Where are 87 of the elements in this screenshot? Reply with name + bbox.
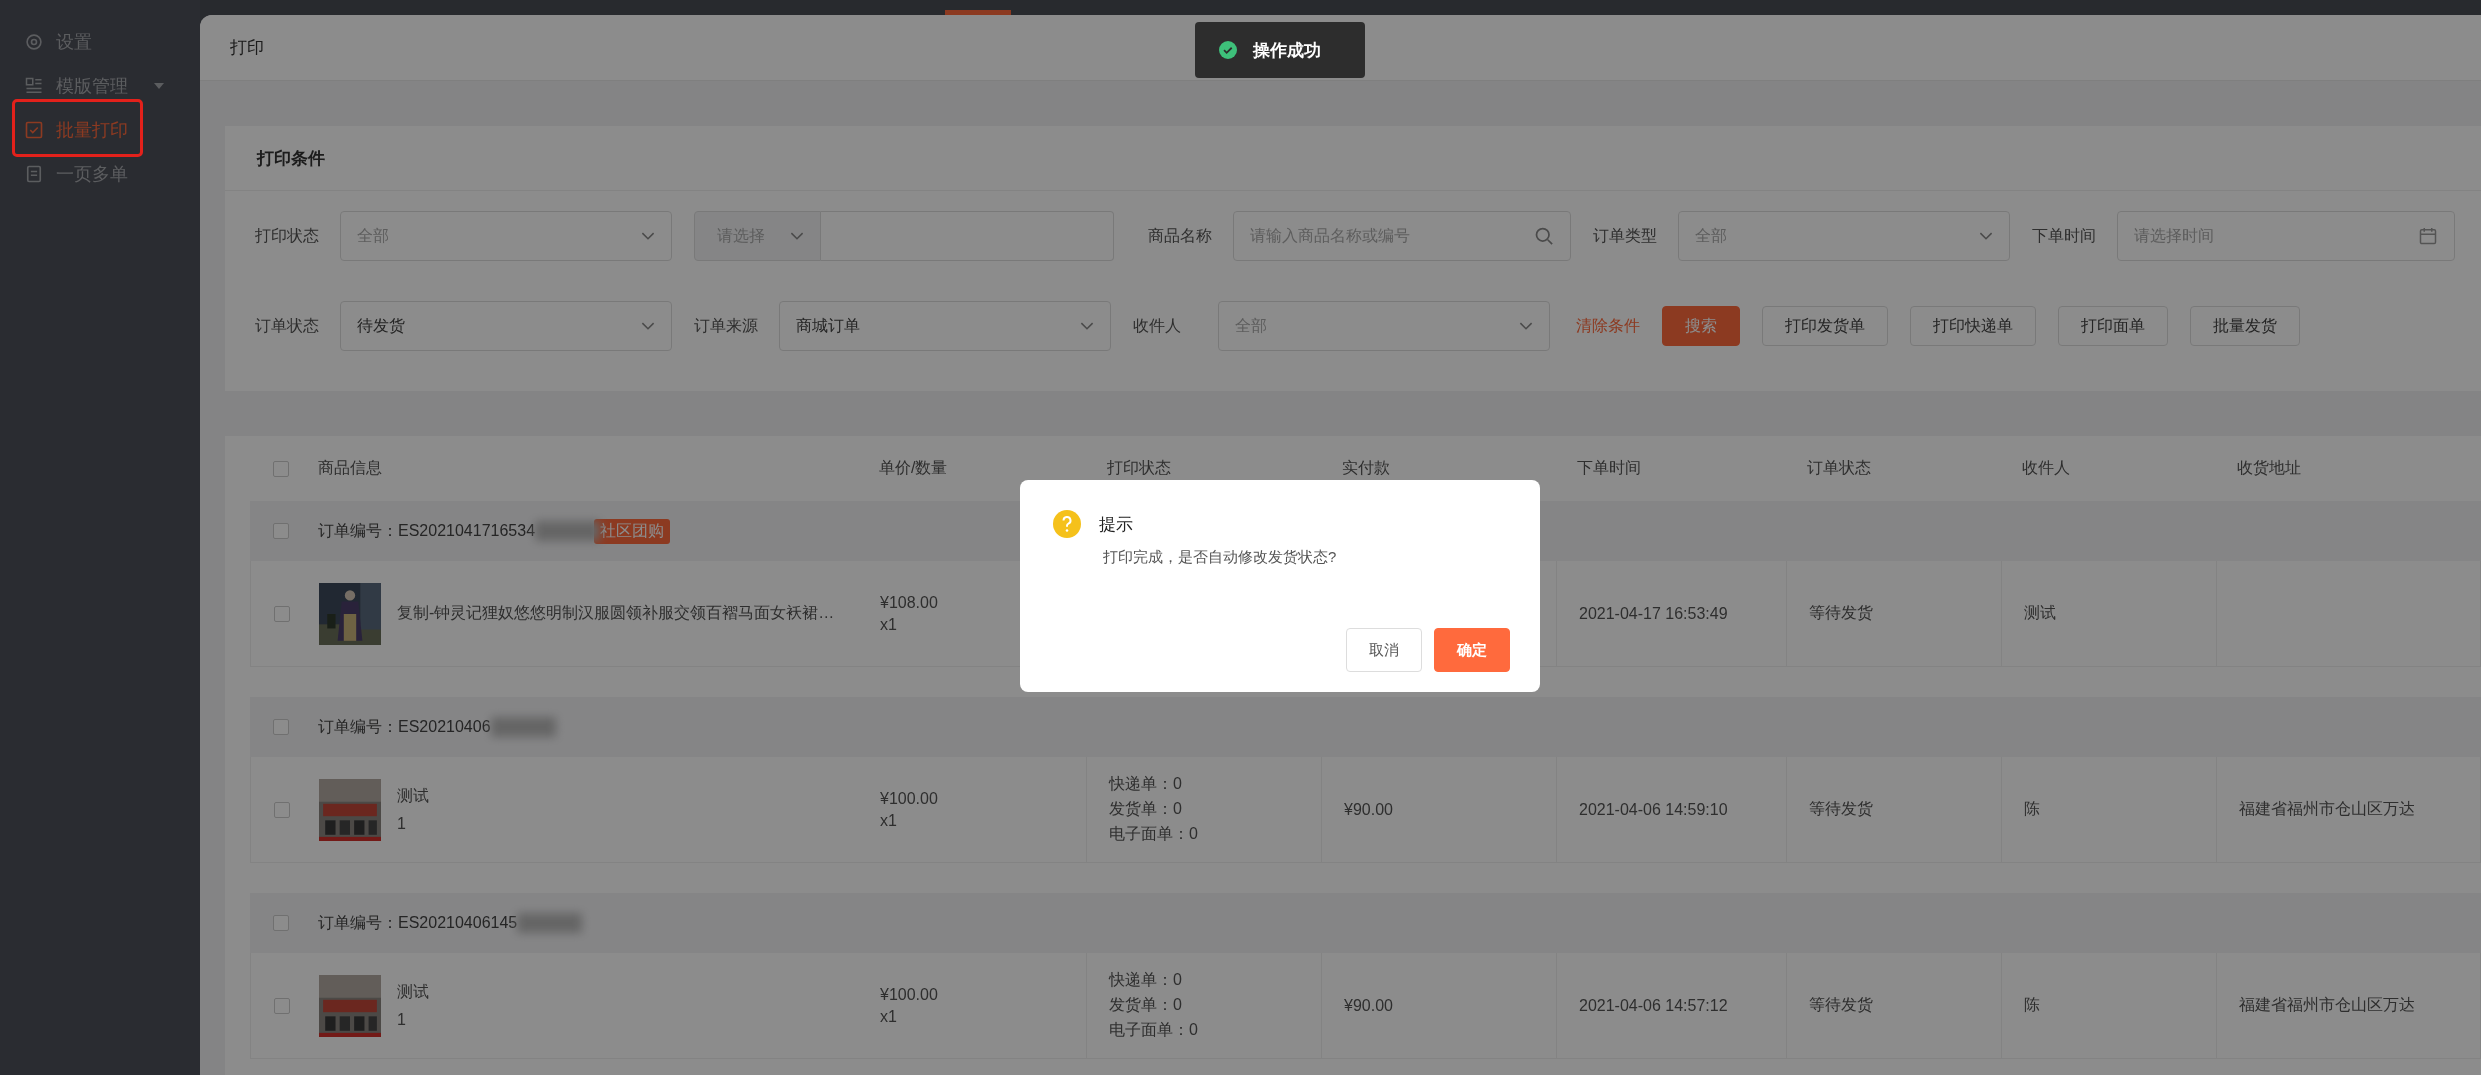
order-status: 等待发货 (1809, 603, 1873, 623)
checkbox[interactable] (273, 719, 289, 735)
search-icon (1534, 226, 1554, 246)
layout-icon (24, 76, 44, 96)
field-label: 收件人 (1133, 315, 1182, 336)
print-count: 发货单：0 (1109, 799, 1182, 819)
order-number: 订单编号：ES20210406 (318, 716, 491, 737)
shipping-address: 福建省福州市仓山区万达 (2239, 995, 2415, 1015)
field-label: 打印状态 (255, 225, 320, 246)
clear-link[interactable]: 清除条件 (1576, 306, 1640, 346)
checkbox[interactable] (273, 915, 289, 931)
unit-price: ¥100.00 (880, 789, 938, 808)
calendar-icon (2418, 226, 2438, 246)
print-count: 快递单：0 (1109, 774, 1182, 794)
field-label: 下单时间 (2032, 225, 2097, 246)
order-time: 2021-04-17 16:53:49 (1579, 604, 1728, 623)
unit-price: ¥100.00 (880, 985, 938, 1004)
document-icon (24, 164, 44, 184)
checkbox[interactable] (274, 801, 290, 818)
receiver-name: 陈 (2024, 995, 2040, 1015)
chevron-down-icon (1519, 321, 1533, 331)
action-button[interactable]: 打印发货单 (1762, 306, 1888, 346)
order-time: 2021-04-06 14:57:12 (1579, 996, 1728, 1015)
checked-box-icon (24, 120, 44, 140)
quantity: x1 (880, 615, 897, 634)
shipping-address: 福建省福州市仓山区万达 (2239, 799, 2415, 819)
page-title: 打印 (230, 37, 264, 59)
action-button[interactable]: 打印面单 (2058, 306, 2168, 346)
order-number: 订单编号：ES2021041716534 (318, 520, 536, 541)
quantity: x1 (880, 1007, 897, 1026)
print-count: 快递单：0 (1109, 970, 1182, 990)
quantity: x1 (880, 811, 897, 830)
chevron-down-icon (1979, 231, 1993, 241)
column-header: 下单时间 (1577, 458, 1641, 478)
checkbox[interactable] (274, 997, 290, 1014)
checkbox[interactable] (273, 460, 289, 477)
product-title: 测试 (397, 786, 429, 806)
select-field[interactable]: 待发货 (340, 301, 672, 351)
field-label: 订单来源 (694, 315, 759, 336)
order-number: 订单编号：ES20210406145 (318, 912, 518, 933)
chevron-down-icon (790, 231, 804, 241)
dialog-message: 打印完成，是否自动修改发货状态? (1103, 548, 1338, 567)
unit-price: ¥108.00 (880, 593, 938, 612)
column-header: 收件人 (2022, 458, 2070, 478)
column-header: 订单状态 (1807, 458, 1871, 478)
column-header: 收货地址 (2237, 458, 2301, 478)
sidebar-item[interactable]: 批量打印 (0, 108, 200, 152)
action-button[interactable]: 打印快递单 (1910, 306, 2036, 346)
product-quantity: 1 (397, 1011, 407, 1029)
field-label: 订单类型 (1593, 225, 1658, 246)
product-title: 复制-钟灵记狸奴悠悠明制汉服圆领补服交领百褶马面女袄裙… (397, 603, 835, 623)
receiver-name: 陈 (2024, 799, 2040, 819)
cancel-button[interactable]: 取消 (1346, 628, 1422, 672)
product-quantity: 1 (397, 815, 407, 833)
field-label: 订单状态 (255, 315, 320, 336)
print-count: 电子面单：0 (1109, 1020, 1198, 1040)
column-header: 实付款 (1342, 458, 1390, 478)
order-tag: 社区团购 (594, 518, 671, 544)
order-time: 2021-04-06 14:59:10 (1579, 800, 1728, 819)
checkbox[interactable] (273, 523, 289, 539)
paid-amount: ¥90.00 (1344, 996, 1393, 1015)
checkbox[interactable] (274, 605, 290, 622)
chevron-down-icon (641, 231, 655, 241)
column-header: 打印状态 (1107, 458, 1171, 478)
field-label: 商品名称 (1148, 225, 1213, 246)
print-count: 电子面单：0 (1109, 824, 1198, 844)
card-title: 打印条件 (257, 147, 325, 170)
success-icon (1219, 41, 1237, 59)
order-status: 等待发货 (1809, 995, 1873, 1015)
column-header: 商品信息 (318, 458, 382, 478)
action-button[interactable]: 批量发货 (2190, 306, 2300, 346)
order-status: 等待发货 (1809, 799, 1873, 819)
chevron-down-icon (641, 321, 655, 331)
print-count: 发货单：0 (1109, 995, 1182, 1015)
receiver-name: 测试 (2024, 603, 2056, 623)
dialog-title: 提示 (1099, 513, 1133, 536)
product-title: 测试 (397, 982, 429, 1002)
paid-amount: ¥90.00 (1344, 800, 1393, 819)
tab-indicator (945, 10, 1011, 15)
search-button[interactable]: 搜索 (1662, 306, 1740, 346)
chevron-down-icon (1080, 321, 1094, 331)
gear-icon (24, 32, 44, 52)
toast-message: 操作成功 (1253, 39, 1321, 62)
confirm-button[interactable]: 确定 (1434, 628, 1510, 672)
column-header: 单价/数量 (879, 458, 948, 478)
select-field[interactable]: 商城订单 (779, 301, 1111, 351)
question-icon (1053, 510, 1081, 538)
